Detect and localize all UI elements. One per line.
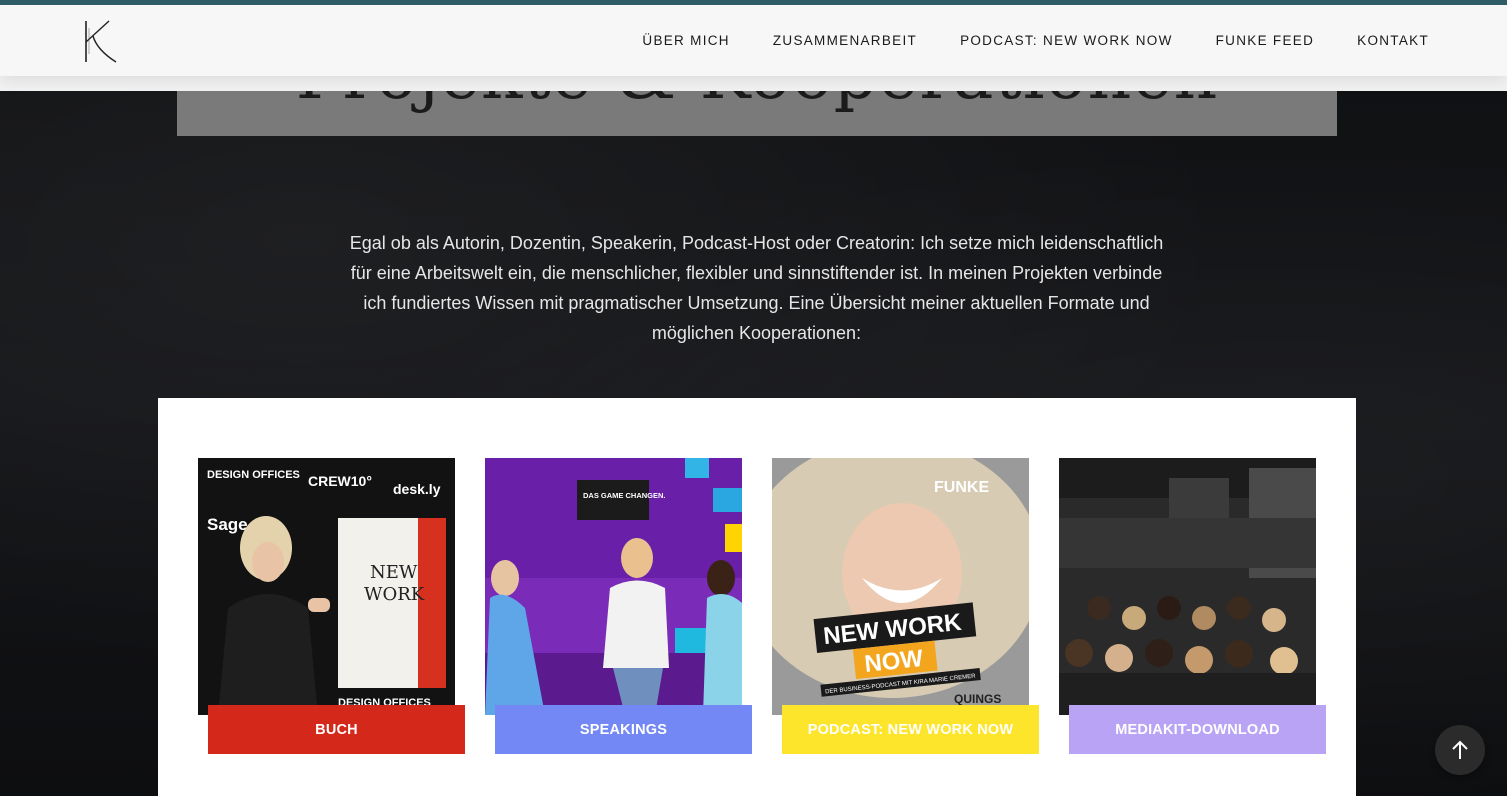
main-nav: ÜBER MICH ZUSAMMENARBEIT PODCAST: NEW WO…	[642, 5, 1429, 76]
top-accent-line	[0, 0, 1507, 5]
projects-panel: DESIGN OFFICES CREW10° desk.ly Sage NEW …	[158, 398, 1356, 796]
speakings-button[interactable]: SPEAKINGS	[495, 705, 752, 754]
card-speakings-screen-text: DAS GAME CHANGEN.	[583, 491, 666, 500]
nav-item-kontakt[interactable]: KONTAKT	[1357, 33, 1429, 48]
podcast-button[interactable]: PODCAST: NEW WORK NOW	[782, 705, 1039, 754]
card-buch-brand-1: DESIGN OFFICES	[207, 469, 300, 481]
card-image-mediakit[interactable]	[1059, 458, 1316, 715]
nav-item-podcast[interactable]: PODCAST: NEW WORK NOW	[960, 33, 1173, 48]
nav-item-funke-feed[interactable]: FUNKE FEED	[1216, 33, 1315, 48]
logo-icon[interactable]	[83, 18, 119, 64]
card-podcast-sponsor: QUINGS	[954, 692, 1001, 706]
scroll-to-top-button[interactable]	[1435, 725, 1485, 775]
mediakit-download-button[interactable]: MEDIAKIT-DOWNLOAD	[1069, 705, 1326, 754]
card-image-buch[interactable]: DESIGN OFFICES CREW10° desk.ly Sage NEW …	[198, 458, 455, 715]
arrow-up-icon	[1452, 740, 1468, 759]
card-buch-brand-4: Sage	[207, 515, 248, 534]
card-buch-book-line-2: WORK	[364, 584, 425, 605]
card-image-speakings[interactable]: DAS GAME CHANGEN.	[485, 458, 742, 715]
intro-text: Egal ob als Autorin, Dozentin, Speakerin…	[349, 233, 1164, 343]
header-shadow-strip	[0, 76, 1507, 91]
card-podcast-brand: FUNKE	[934, 479, 989, 496]
card-image-podcast[interactable]: FUNKE NEW WORK NOW DER BUSINESS-PODCAST …	[772, 458, 1029, 715]
site-header: ÜBER MICH ZUSAMMENARBEIT PODCAST: NEW WO…	[0, 5, 1507, 76]
card-buch-book-line-1: NEW	[370, 562, 418, 583]
nav-item-zusammenarbeit[interactable]: ZUSAMMENARBEIT	[773, 33, 917, 48]
card-buch-brand-3: desk.ly	[393, 481, 441, 497]
card-buch-brand-2: CREW10°	[308, 473, 372, 489]
buch-button[interactable]: BUCH	[208, 705, 465, 754]
nav-item-ueber-mich[interactable]: ÜBER MICH	[642, 33, 729, 48]
